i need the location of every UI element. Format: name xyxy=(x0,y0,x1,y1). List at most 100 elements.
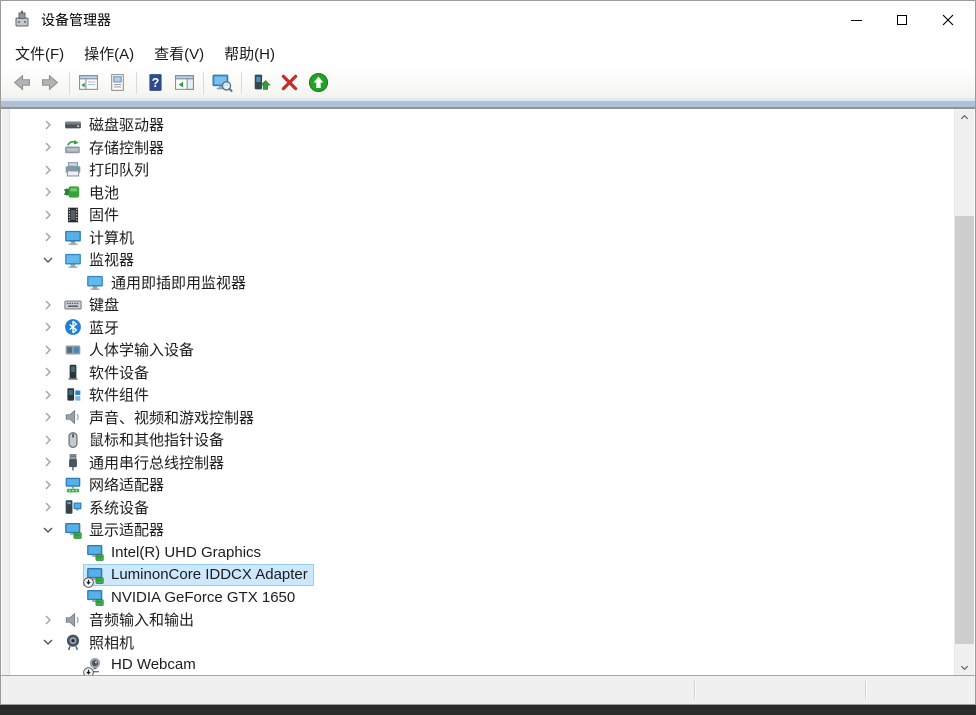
tree-item-firmware[interactable]: 固件 xyxy=(10,203,954,226)
display-adapter-icon xyxy=(86,566,104,584)
chevron-right-icon[interactable] xyxy=(40,184,56,200)
hid-icon xyxy=(64,341,82,359)
device-manager-window: 设备管理器 文件(F)操作(A)查看(V)帮助(H) ? 磁盘驱动器存储控制器打… xyxy=(0,0,976,705)
tree-item-label: 照相机 xyxy=(89,632,134,653)
tree-item-luminoncore-iddcx-adapter[interactable]: LuminonCore IDDCX Adapter xyxy=(10,563,954,586)
show-console-tree-button[interactable] xyxy=(74,69,103,96)
chevron-right-icon[interactable] xyxy=(40,364,56,380)
tree-item-bluetooth[interactable]: 蓝牙 xyxy=(10,316,954,339)
tree-item-label: 存储控制器 xyxy=(89,137,164,158)
chevron-right-icon[interactable] xyxy=(40,387,56,403)
minimize-button[interactable] xyxy=(833,1,879,39)
tree-item-batteries[interactable]: 电池 xyxy=(10,181,954,204)
tree-item-label: 显示适配器 xyxy=(89,519,164,540)
update-driver-button[interactable] xyxy=(246,69,275,96)
tree-item-label: 通用串行总线控制器 xyxy=(89,452,224,473)
tree-item-cameras[interactable]: 照相机 xyxy=(10,631,954,654)
uninstall-device-button[interactable] xyxy=(275,69,304,96)
display-adapter-icon xyxy=(86,588,104,606)
storage-controller-icon xyxy=(64,138,82,156)
menu-bar: 文件(F)操作(A)查看(V)帮助(H) xyxy=(1,39,975,67)
disabled-badge-icon xyxy=(83,575,94,586)
chevron-right-icon[interactable] xyxy=(40,499,56,515)
chevron-right-icon[interactable] xyxy=(40,477,56,493)
tree-item-label: 打印队列 xyxy=(89,159,149,180)
device-manager-icon xyxy=(12,10,32,30)
tree-item-label: 固件 xyxy=(89,204,119,225)
tree-item-mice-pointing-devices[interactable]: 鼠标和其他指针设备 xyxy=(10,428,954,451)
scroll-up-button[interactable] xyxy=(955,109,974,126)
scan-monitor-icon xyxy=(212,72,233,93)
chevron-right-icon[interactable] xyxy=(40,319,56,335)
chevron-right-icon[interactable] xyxy=(40,432,56,448)
tree-item-computer[interactable]: 计算机 xyxy=(10,226,954,249)
back-button[interactable] xyxy=(7,69,36,96)
tree-item-generic-pnp-monitor[interactable]: 通用即插即用监视器 xyxy=(10,271,954,294)
tree-item-storage-controllers[interactable]: 存储控制器 xyxy=(10,136,954,159)
tree-item-keyboards[interactable]: 键盘 xyxy=(10,293,954,316)
menu-item-file[interactable]: 文件(F) xyxy=(5,39,74,68)
tree-item-label: 人体学输入设备 xyxy=(89,339,194,360)
tree-item-monitors[interactable]: 监视器 xyxy=(10,248,954,271)
tree-item-network-adapters[interactable]: 网络适配器 xyxy=(10,473,954,496)
scan-hardware-changes-button[interactable] xyxy=(208,69,237,96)
tree-item-human-interface-devices[interactable]: 人体学输入设备 xyxy=(10,338,954,361)
disabled-badge-icon xyxy=(83,665,94,676)
close-button[interactable] xyxy=(925,1,971,39)
tree-item-label: 软件组件 xyxy=(89,384,149,405)
scroll-down-button[interactable] xyxy=(955,659,974,676)
toolbar-separator-band xyxy=(1,98,975,109)
tree-item-label: Intel(R) UHD Graphics xyxy=(111,544,261,561)
tree-item-display-adapters[interactable]: 显示适配器 xyxy=(10,518,954,541)
tree-item-sound-video-game-controllers[interactable]: 声音、视频和游戏控制器 xyxy=(10,406,954,429)
monitor-icon xyxy=(64,251,82,269)
tree-item-label: 电池 xyxy=(89,182,119,203)
chevron-right-icon[interactable] xyxy=(40,612,56,628)
forward-button[interactable] xyxy=(36,69,65,96)
close-icon xyxy=(942,14,954,26)
chevron-down-icon[interactable] xyxy=(40,634,56,650)
tree-item-nvidia-geforce-gtx-1650[interactable]: NVIDIA GeForce GTX 1650 xyxy=(10,586,954,609)
display-adapter-icon xyxy=(64,521,82,539)
enable-device-icon xyxy=(308,72,329,93)
tree-item-software-devices[interactable]: 软件设备 xyxy=(10,361,954,384)
tree-item-audio-inputs-outputs[interactable]: 音频输入和输出 xyxy=(10,608,954,631)
tree-item-label: 音频输入和输出 xyxy=(89,609,194,630)
properties-button[interactable] xyxy=(103,69,132,96)
chevron-down-icon[interactable] xyxy=(40,252,56,268)
chevron-down-icon[interactable] xyxy=(40,522,56,538)
chevron-right-icon[interactable] xyxy=(40,297,56,313)
chevron-right-icon[interactable] xyxy=(40,207,56,223)
tree-item-print-queues[interactable]: 打印队列 xyxy=(10,158,954,181)
chevron-right-icon[interactable] xyxy=(40,162,56,178)
vertical-scrollbar[interactable] xyxy=(954,109,974,676)
tree-item-hd-webcam[interactable]: HD Webcam xyxy=(10,653,954,676)
tree-item-label: 计算机 xyxy=(89,227,134,248)
tree-item-label: HD Webcam xyxy=(111,656,196,673)
taskbar-strip xyxy=(0,705,976,715)
menu-item-help[interactable]: 帮助(H) xyxy=(214,39,285,68)
tree-item-software-components[interactable]: 软件组件 xyxy=(10,383,954,406)
chevron-right-icon[interactable] xyxy=(40,454,56,470)
status-bar xyxy=(1,675,975,704)
help-button[interactable]: ? xyxy=(141,69,170,96)
menu-item-action[interactable]: 操作(A) xyxy=(74,39,144,68)
tree-item-usb-controllers[interactable]: 通用串行总线控制器 xyxy=(10,451,954,474)
scrollbar-thumb[interactable] xyxy=(955,216,974,645)
chevron-right-icon[interactable] xyxy=(40,139,56,155)
tree-item-label: 蓝牙 xyxy=(89,317,119,338)
toolbar: ? xyxy=(1,67,975,98)
tree-item-system-devices[interactable]: 系统设备 xyxy=(10,496,954,519)
chevron-right-icon[interactable] xyxy=(40,409,56,425)
enable-device-button[interactable] xyxy=(304,69,333,96)
chevron-right-icon[interactable] xyxy=(40,117,56,133)
tree-item-disk-drives[interactable]: 磁盘驱动器 xyxy=(10,113,954,136)
system-device-icon xyxy=(64,498,82,516)
chevron-right-icon[interactable] xyxy=(40,342,56,358)
menu-item-view[interactable]: 查看(V) xyxy=(144,39,214,68)
tree-item-intel-uhd-graphics[interactable]: Intel(R) UHD Graphics xyxy=(10,541,954,564)
maximize-button[interactable] xyxy=(879,1,925,39)
window-title: 设备管理器 xyxy=(41,10,111,30)
chevron-right-icon[interactable] xyxy=(40,229,56,245)
show-action-pane-button[interactable] xyxy=(170,69,199,96)
